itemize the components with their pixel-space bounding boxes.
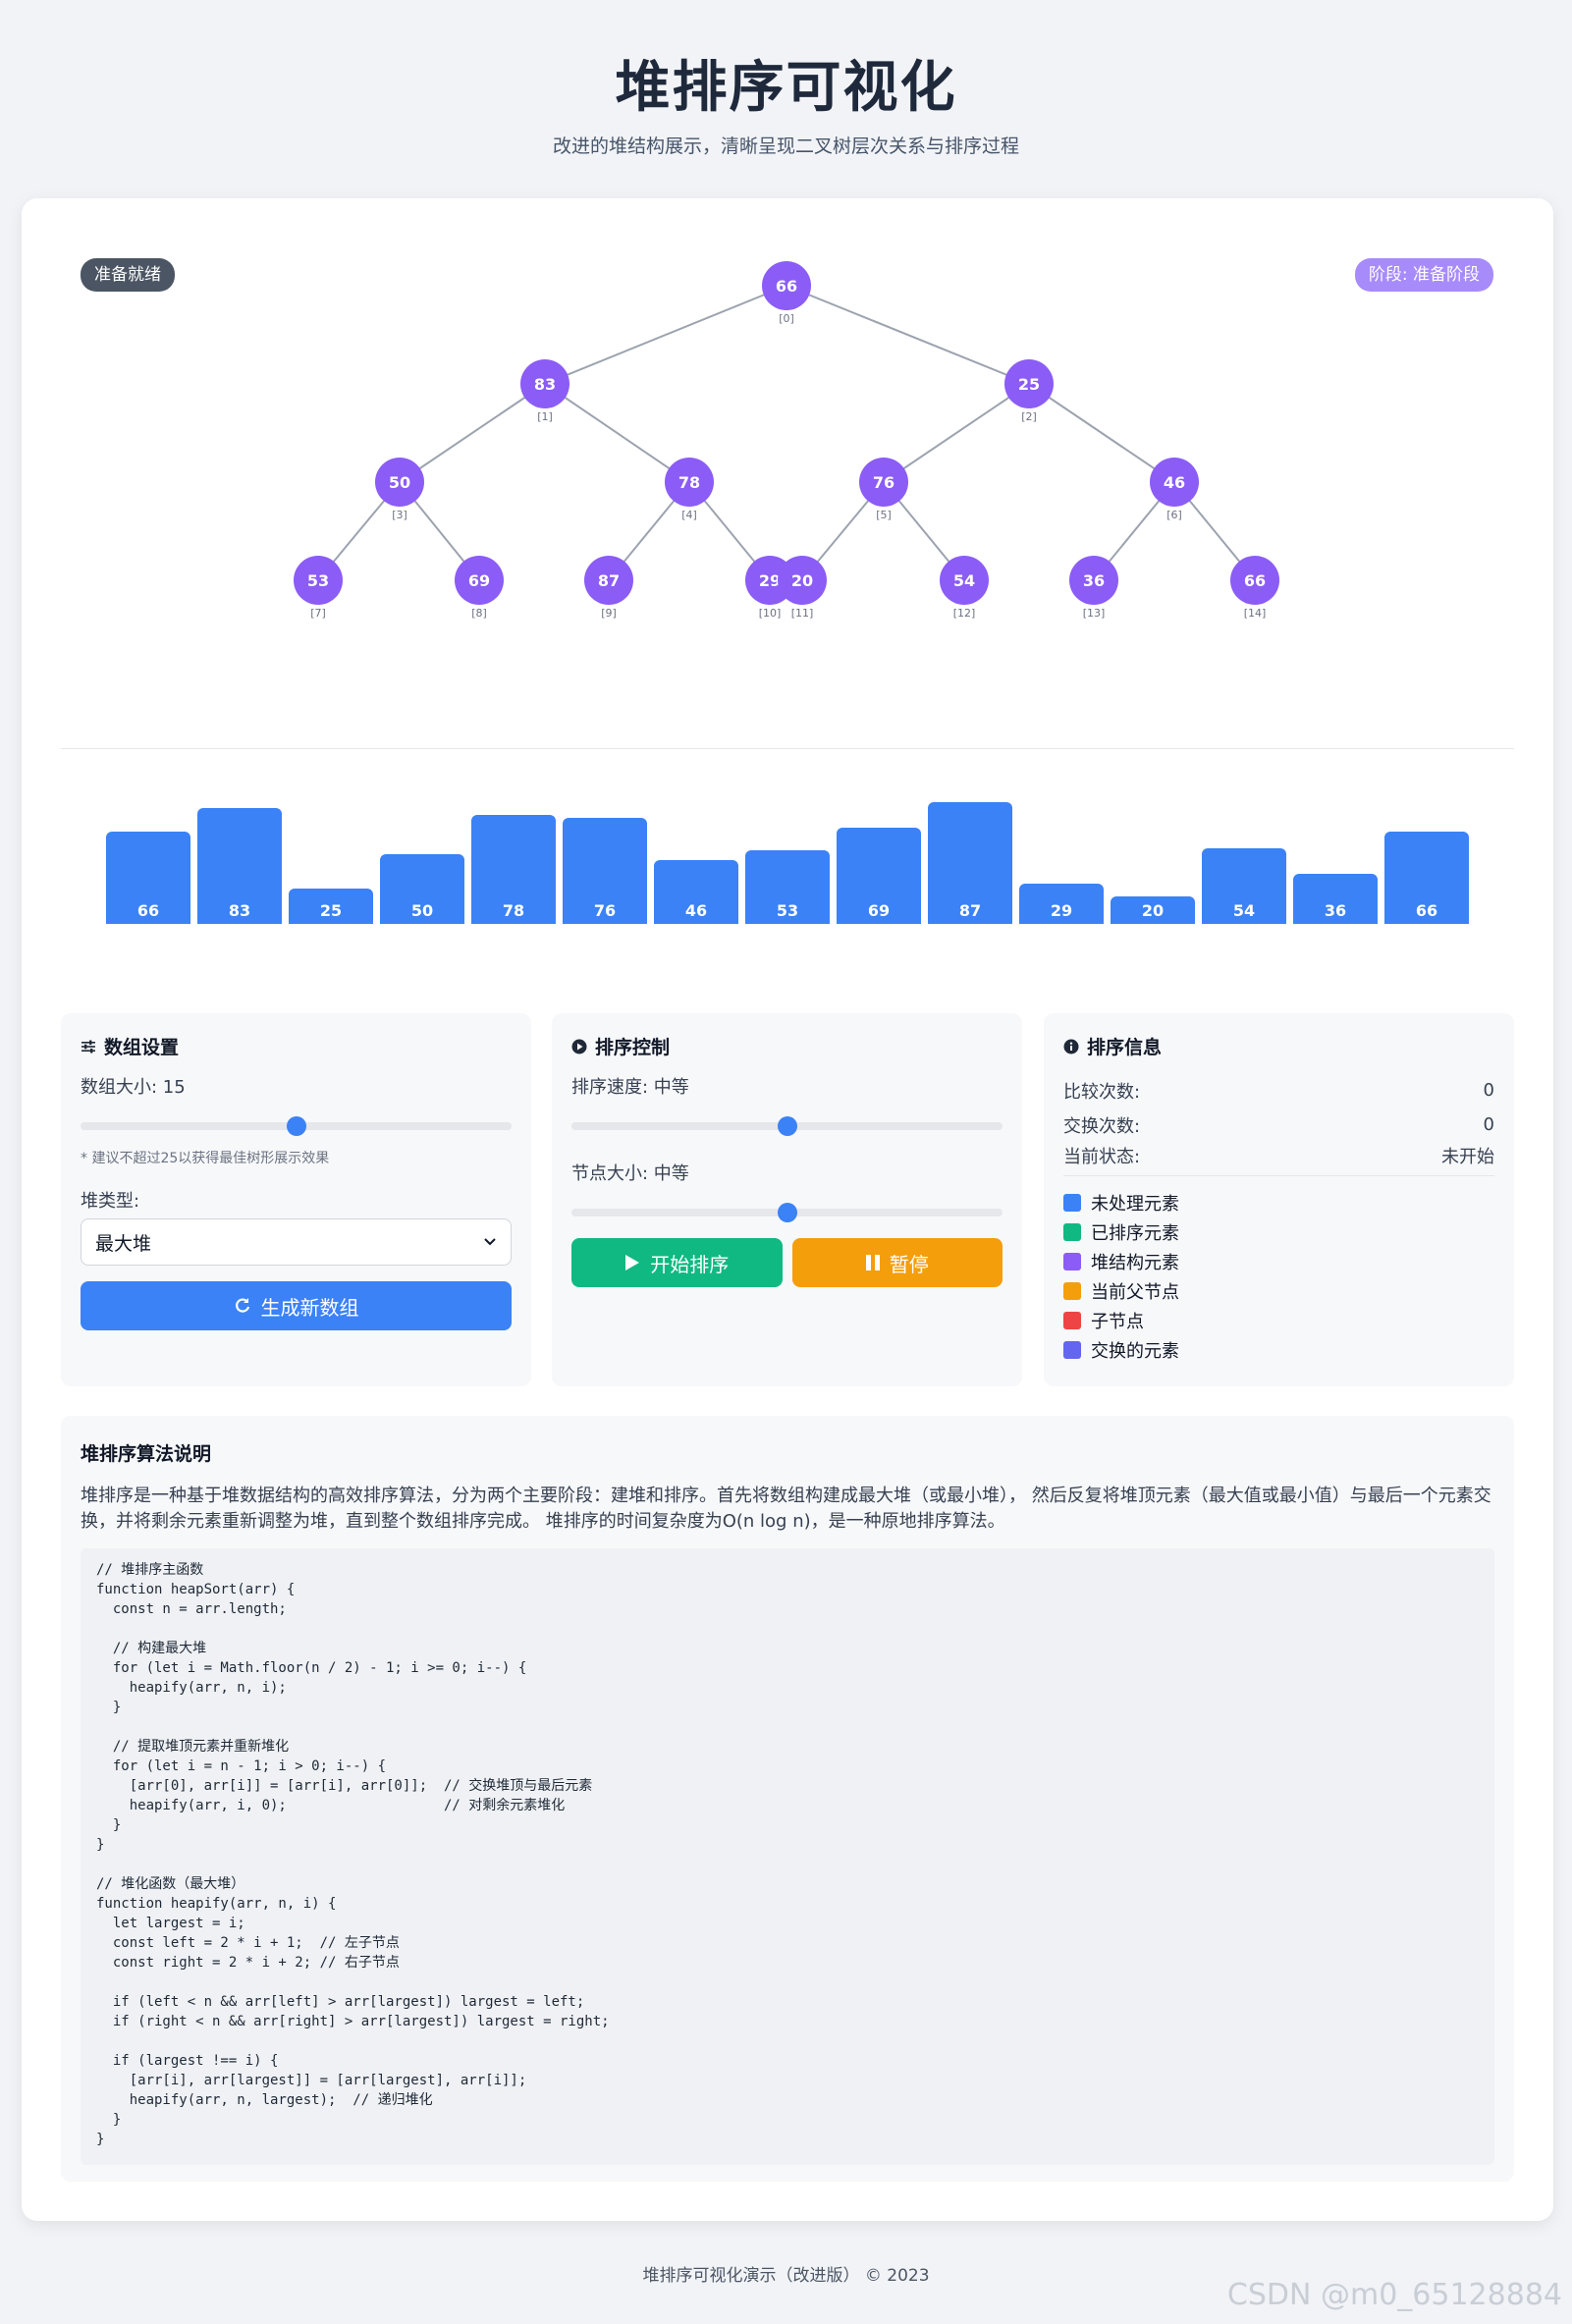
array-bar-value: 50 xyxy=(410,901,434,920)
array-bars: 66 83 25 50 78 76 46 53 69 87 29 20 54 36 66 xyxy=(0,0,1572,943)
heap-type-label: 堆类型: xyxy=(81,1191,140,1212)
code-block: // 堆排序主函数 function heapSort(arr) { const… xyxy=(81,1548,1494,2165)
array-bar-value: 66 xyxy=(136,901,160,920)
legend-item: 子节点 xyxy=(1063,1306,1494,1335)
play-circle-icon xyxy=(571,1039,587,1054)
array-bar: 76 xyxy=(563,818,647,924)
info-title-text: 排序信息 xyxy=(1087,1037,1163,1058)
legend-label: 交换的元素 xyxy=(1091,1341,1179,1362)
array-bar-value: 29 xyxy=(1050,901,1073,920)
legend-label: 堆结构元素 xyxy=(1091,1253,1179,1273)
node-size-label: 节点大小: 中等 xyxy=(571,1163,689,1184)
settings-title: 数组设置 xyxy=(81,1033,512,1059)
swaps-label: 交换次数: xyxy=(1063,1115,1141,1137)
start-sort-button[interactable]: 开始排序 xyxy=(571,1238,783,1287)
pause-icon xyxy=(865,1255,880,1270)
array-bar: 20 xyxy=(1111,896,1195,924)
array-size-slider-thumb[interactable] xyxy=(286,1116,306,1136)
array-bar-value: 25 xyxy=(319,901,343,920)
algorithm-title: 堆排序算法说明 xyxy=(81,1443,212,1465)
pause-button[interactable]: 暂停 xyxy=(791,1238,1003,1287)
settings-title-text: 数组设置 xyxy=(104,1037,180,1058)
array-bar-value: 78 xyxy=(502,901,525,920)
refresh-icon xyxy=(235,1298,249,1313)
heap-type-value: 最大堆 xyxy=(95,1232,152,1255)
legend-item: 已排序元素 xyxy=(1063,1217,1494,1247)
legend-item: 交换的元素 xyxy=(1063,1335,1494,1365)
legend-item: 未处理元素 xyxy=(1063,1188,1494,1217)
generate-array-button[interactable]: 生成新数组 xyxy=(81,1281,512,1330)
array-bar-value: 83 xyxy=(228,901,251,920)
legend-swatch xyxy=(1063,1312,1081,1329)
legend-swatch xyxy=(1063,1223,1081,1241)
array-bar: 69 xyxy=(837,828,921,924)
algorithm-card: 堆排序算法说明 堆排序是一种基于堆数据结构的高效排序算法，分为两个主要阶段：建堆… xyxy=(61,1416,1514,2182)
info-title: 排序信息 xyxy=(1063,1033,1494,1059)
swaps-value: 0 xyxy=(1483,1114,1494,1135)
watermark: CSDN @m0_65128884 xyxy=(1226,2278,1562,2312)
legend-label: 子节点 xyxy=(1091,1312,1144,1332)
legend-swatch xyxy=(1063,1194,1081,1212)
generate-array-label: 生成新数组 xyxy=(260,1295,359,1320)
legend-item: 堆结构元素 xyxy=(1063,1247,1494,1276)
array-bar: 83 xyxy=(197,808,282,924)
array-size-label: 数组大小: 15 xyxy=(81,1077,186,1098)
sort-info-panel: 排序信息 比较次数: 0 交换次数: 0 当前状态: 未开始 未处理元素已排序元… xyxy=(1044,1013,1514,1386)
speed-label: 排序速度: 中等 xyxy=(571,1077,689,1098)
info-icon xyxy=(1063,1039,1079,1054)
comparisons-row: 比较次数: 0 xyxy=(1063,1073,1494,1108)
chevron-down-icon xyxy=(484,1238,496,1246)
legend-swatch xyxy=(1063,1282,1081,1300)
speed-slider[interactable] xyxy=(571,1116,1003,1136)
array-bar: 46 xyxy=(654,860,738,924)
array-bar: 78 xyxy=(471,815,556,924)
legend-label: 当前父节点 xyxy=(1091,1282,1179,1303)
legend-label: 已排序元素 xyxy=(1091,1223,1179,1244)
heap-type-select[interactable]: 最大堆 xyxy=(81,1218,512,1266)
array-bar: 66 xyxy=(106,832,190,924)
state-row: 当前状态: 未开始 xyxy=(1063,1142,1494,1176)
node-size-slider-thumb[interactable] xyxy=(777,1203,797,1222)
array-bar: 54 xyxy=(1202,848,1286,924)
algorithm-description: 堆排序是一种基于堆数据结构的高效排序算法，分为两个主要阶段：建堆和排序。首先将数… xyxy=(81,1486,1491,1532)
control-title: 排序控制 xyxy=(571,1033,1003,1059)
state-label: 当前状态: xyxy=(1063,1147,1141,1167)
array-size-slider[interactable] xyxy=(81,1116,512,1136)
array-bar-value: 54 xyxy=(1232,901,1256,920)
swaps-row: 交换次数: 0 xyxy=(1063,1108,1494,1142)
array-bar: 29 xyxy=(1019,884,1104,924)
pause-label: 暂停 xyxy=(889,1252,929,1276)
play-icon xyxy=(625,1255,640,1270)
array-bar: 66 xyxy=(1384,832,1469,924)
array-bar: 53 xyxy=(745,850,830,924)
legend-swatch xyxy=(1063,1253,1081,1270)
array-bar: 36 xyxy=(1293,874,1378,924)
array-bar-value: 66 xyxy=(1415,901,1438,920)
comparisons-value: 0 xyxy=(1483,1080,1494,1101)
array-bar-value: 36 xyxy=(1324,901,1347,920)
array-bar-value: 76 xyxy=(593,901,617,920)
comparisons-label: 比较次数: xyxy=(1063,1081,1141,1103)
array-bar-value: 46 xyxy=(684,901,708,920)
array-bar-value: 20 xyxy=(1141,901,1165,920)
legend-item: 当前父节点 xyxy=(1063,1276,1494,1306)
start-sort-label: 开始排序 xyxy=(650,1252,730,1276)
node-size-slider[interactable] xyxy=(571,1203,1003,1222)
sort-control-panel: 排序控制 排序速度: 中等 节点大小: 中等 开始排序 暂停 xyxy=(552,1013,1022,1386)
control-title-text: 排序控制 xyxy=(595,1037,671,1058)
legend-label: 未处理元素 xyxy=(1091,1194,1179,1215)
array-bar-value: 69 xyxy=(867,901,891,920)
legend-swatch xyxy=(1063,1341,1081,1359)
state-value: 未开始 xyxy=(1441,1147,1494,1167)
speed-slider-thumb[interactable] xyxy=(777,1116,797,1136)
array-bar: 87 xyxy=(928,802,1012,924)
array-bar: 50 xyxy=(380,854,464,924)
array-bar-value: 53 xyxy=(776,901,799,920)
array-bar: 25 xyxy=(289,889,373,924)
array-settings-panel: 数组设置 数组大小: 15 * 建议不超过25以获得最佳树形展示效果 堆类型: … xyxy=(61,1013,531,1386)
sliders-icon xyxy=(81,1040,95,1053)
legend: 未处理元素已排序元素堆结构元素当前父节点子节点交换的元素 xyxy=(1063,1188,1494,1365)
array-bar-value: 87 xyxy=(958,901,982,920)
array-size-hint: * 建议不超过25以获得最佳树形展示效果 xyxy=(81,1151,330,1166)
